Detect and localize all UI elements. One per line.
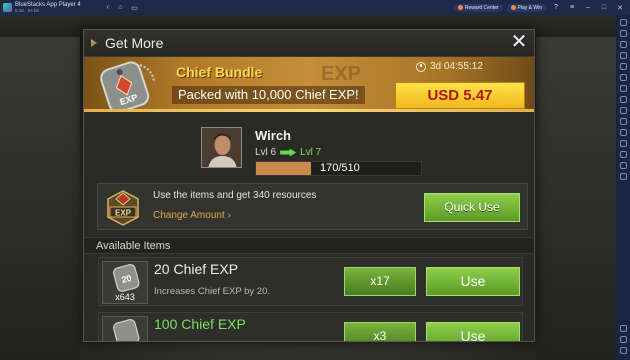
bluestacks-logo-icon — [3, 3, 12, 12]
sidebar-back-icon[interactable] — [619, 336, 627, 343]
exp-badge-icon: EXP — [107, 190, 139, 226]
exp-watermark: EXP — [321, 63, 362, 85]
chief-avatar — [201, 127, 242, 168]
exp-tag-icon: 20 — [113, 264, 140, 292]
volume-icon[interactable] — [619, 30, 627, 37]
svg-text:EXP: EXP — [115, 209, 132, 218]
change-amount-link[interactable]: Change Amount › — [153, 210, 231, 221]
location-icon[interactable] — [619, 162, 627, 169]
emulator-title-actions: Reward Center Play & Win ? ≡ – □ ✕ — [453, 3, 626, 12]
play-win-label: Play & Win — [517, 4, 542, 11]
bundle-name: Chief Bundle — [176, 64, 263, 80]
item-name: 20 Chief EXP — [154, 261, 239, 277]
reward-center-label: Reward Center — [464, 4, 499, 11]
record-icon[interactable] — [619, 74, 627, 81]
gamepad-icon[interactable] — [619, 52, 627, 59]
shake-icon[interactable] — [619, 151, 627, 158]
header-accent-icon — [91, 39, 97, 47]
exp-progress-bar: 170/510 — [255, 161, 422, 176]
screenshot-icon[interactable] — [619, 63, 627, 70]
use-button[interactable]: Use — [426, 322, 520, 341]
folder-icon[interactable] — [619, 96, 627, 103]
home-icon[interactable]: ⌂ — [118, 4, 122, 12]
dialog-title: Get More — [105, 35, 164, 51]
dialog-header: Get More ✕ — [84, 30, 534, 57]
close-button[interactable]: ✕ — [510, 32, 528, 52]
current-level: Lvl 6 — [255, 147, 277, 158]
use-button[interactable]: Use — [426, 267, 520, 296]
buy-price-button[interactable]: USD 5.47 — [395, 82, 525, 109]
recent-apps-icon[interactable]: ▭ — [131, 4, 138, 12]
list-item: 20 x643 20 Chief EXP Increases Chief EXP… — [98, 257, 523, 306]
emulator-title-bar: BlueStacks App Player 4 5.16 · 64 bit ‹ … — [0, 0, 630, 15]
quick-use-text: Use the items and get 340 resources — [153, 190, 317, 201]
emulator-app-title: BlueStacks App Player 4 — [15, 1, 81, 8]
emulator-sidebar — [616, 15, 630, 360]
minimize-icon[interactable]: – — [582, 4, 594, 11]
available-items-header: Available Items — [84, 237, 534, 254]
keyboard-icon[interactable] — [619, 41, 627, 48]
fullscreen-icon[interactable] — [619, 19, 627, 26]
quantity-button[interactable]: x3 — [344, 322, 416, 341]
item-icon: 20 x643 — [102, 261, 148, 304]
emulator-app-subtitle: 5.16 · 64 bit — [15, 7, 39, 13]
item-owned-count: x643 — [115, 292, 135, 302]
next-level: Lvl 7 — [300, 147, 322, 158]
quick-use-panel: EXP Use the items and get 340 resources … — [97, 183, 528, 230]
play-win-icon — [510, 5, 516, 10]
bundle-timer-text: 3d 04:55:12 — [430, 61, 483, 72]
list-item: 100 Chief EXP x3 Use — [98, 312, 523, 341]
menu-icon[interactable]: ≡ — [566, 4, 578, 11]
more-icon[interactable] — [619, 173, 627, 180]
window-close-icon[interactable]: ✕ — [614, 4, 626, 12]
dog-tag-exp-icon: EXP — [100, 61, 155, 111]
exp-progress-text: 170/510 — [320, 162, 360, 174]
settings-icon[interactable] — [619, 325, 627, 332]
item-icon — [102, 316, 148, 341]
quantity-button[interactable]: x17 — [344, 267, 416, 296]
item-description: Increases Chief EXP by 20. — [154, 286, 270, 297]
quick-use-button[interactable]: Quick Use — [424, 193, 520, 222]
bundle-description: Packed with 10,000 Chief EXP! — [172, 86, 365, 104]
multi-instance-icon[interactable] — [619, 107, 627, 114]
emulator-nav: ‹ ⌂ ▭ — [107, 4, 138, 12]
play-win-button[interactable]: Play & Win — [506, 3, 546, 12]
background-left-panel — [0, 15, 80, 360]
background-right-panel — [536, 15, 616, 360]
reward-center-button[interactable]: Reward Center — [453, 3, 503, 12]
macro-icon[interactable] — [619, 118, 627, 125]
get-more-dialog: Get More ✕ EXP EXP Chief Bundle Packed w… — [83, 29, 535, 342]
bundle-timer: 3d 04:55:12 — [416, 61, 483, 72]
level-up-arrow-icon — [280, 148, 297, 157]
back-icon[interactable]: ‹ — [107, 4, 109, 12]
chief-portrait-icon — [202, 128, 241, 167]
emulator-titles: BlueStacks App Player 4 5.16 · 64 bit — [15, 2, 81, 14]
help-icon[interactable]: ? — [550, 4, 562, 11]
apk-install-icon[interactable] — [619, 85, 627, 92]
exp-progress-fill — [256, 162, 311, 175]
item-name: 100 Chief EXP — [154, 316, 246, 332]
clock-icon — [416, 61, 426, 72]
eco-mode-icon[interactable] — [619, 129, 627, 136]
chief-name: Wirch — [255, 128, 291, 143]
reward-center-icon — [457, 5, 463, 10]
chief-levels: Lvl 6 Lvl 7 — [255, 147, 321, 158]
exp-tag-icon — [113, 319, 140, 341]
chief-bundle-banner[interactable]: EXP EXP Chief Bundle Packed with 10,000 … — [84, 57, 534, 112]
rotate-icon[interactable] — [619, 140, 627, 147]
maximize-icon[interactable]: □ — [598, 4, 610, 11]
sidebar-home-icon[interactable] — [619, 347, 627, 354]
